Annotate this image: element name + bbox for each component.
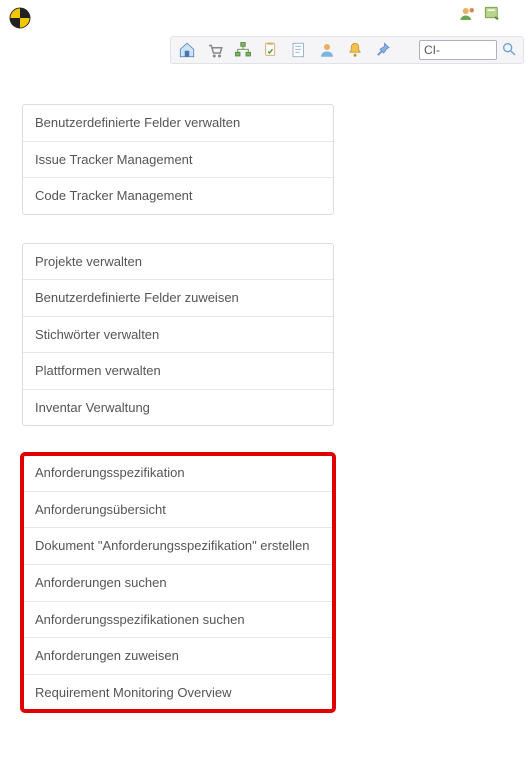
panel-admin: Benutzerdefinierte Felder verwalten Issu… <box>22 104 334 215</box>
link-req-monitoring[interactable]: Requirement Monitoring Overview <box>23 674 333 711</box>
link-req-spec-search[interactable]: Anforderungsspezifikationen suchen <box>23 601 333 638</box>
link-req-search[interactable]: Anforderungen suchen <box>23 564 333 601</box>
window-icon[interactable] <box>482 4 502 24</box>
main-content: Benutzerdefinierte Felder verwalten Issu… <box>0 64 530 759</box>
search-box <box>419 40 517 60</box>
link-code-tracker[interactable]: Code Tracker Management <box>23 177 333 214</box>
panel-requirements: Anforderungsspezifikation Anforderungsüb… <box>22 454 334 711</box>
cart-icon[interactable] <box>205 40 225 60</box>
bell-icon[interactable] <box>345 40 365 60</box>
header <box>0 0 530 30</box>
link-inventory-manage[interactable]: Inventar Verwaltung <box>23 389 333 426</box>
plan-icon[interactable] <box>261 40 281 60</box>
link-platforms-manage[interactable]: Plattformen verwalten <box>23 352 333 389</box>
search-input[interactable] <box>419 40 497 60</box>
link-projects-manage[interactable]: Projekte verwalten <box>23 244 333 280</box>
panel-project: Projekte verwalten Benutzerdefinierte Fe… <box>22 243 334 427</box>
tree-icon[interactable] <box>233 40 253 60</box>
link-req-overview[interactable]: Anforderungsübersicht <box>23 491 333 528</box>
main-toolbar <box>170 36 524 64</box>
link-assign-custom-fields[interactable]: Benutzerdefinierte Felder zuweisen <box>23 279 333 316</box>
link-keywords-manage[interactable]: Stichwörter verwalten <box>23 316 333 353</box>
header-quick-icons <box>458 4 522 24</box>
app-logo <box>8 6 32 30</box>
link-req-assign[interactable]: Anforderungen zuweisen <box>23 637 333 674</box>
user-icon[interactable] <box>317 40 337 60</box>
link-req-spec[interactable]: Anforderungsspezifikation <box>23 455 333 491</box>
link-custom-fields-manage[interactable]: Benutzerdefinierte Felder verwalten <box>23 105 333 141</box>
link-req-doc-create[interactable]: Dokument "Anforderungsspezifikation" ers… <box>23 527 333 564</box>
users-icon[interactable] <box>458 4 478 24</box>
link-issue-tracker[interactable]: Issue Tracker Management <box>23 141 333 178</box>
pin-icon[interactable] <box>373 40 393 60</box>
report-icon[interactable] <box>289 40 309 60</box>
search-icon[interactable] <box>501 41 517 60</box>
home-icon[interactable] <box>177 40 197 60</box>
